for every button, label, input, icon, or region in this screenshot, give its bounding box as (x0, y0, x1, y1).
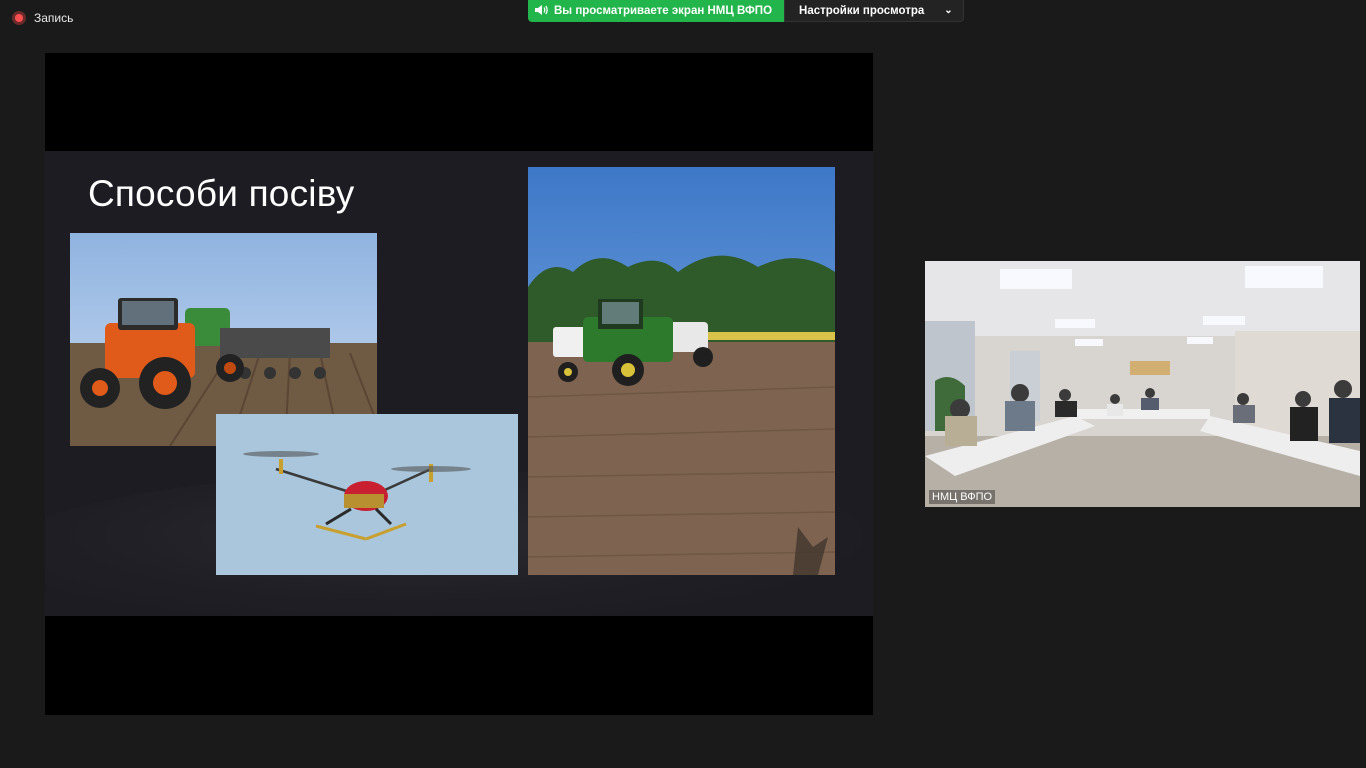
tractor-field-photo (528, 167, 835, 575)
participant-video[interactable]: НМЦ ВФПО (925, 261, 1360, 507)
recording-indicator[interactable]: Запись (12, 11, 73, 25)
recording-label: Запись (34, 11, 74, 25)
viewing-text: Вы просматриваете экран НМЦ ВФПО (554, 5, 773, 17)
conference-room-video (925, 261, 1360, 507)
record-icon (12, 11, 26, 25)
view-options-button[interactable]: Настройки просмотра ⌄ (784, 0, 964, 22)
agricultural-drone-photo (216, 414, 518, 575)
presentation-slide: Способи посіву (45, 151, 873, 616)
shared-screen: Способи посіву (45, 53, 873, 715)
slide-title: Способи посіву (88, 173, 355, 214)
screen-share-banner: Вы просматриваете экран НМЦ ВФПО Настрой… (528, 0, 964, 22)
chevron-down-icon: ⌄ (944, 5, 953, 16)
participant-name-label: НМЦ ВФПО (929, 490, 996, 504)
view-options-label: Настройки просмотра (799, 4, 925, 17)
speaker-icon (534, 4, 548, 19)
viewing-notice: Вы просматриваете экран НМЦ ВФПО (528, 0, 785, 22)
